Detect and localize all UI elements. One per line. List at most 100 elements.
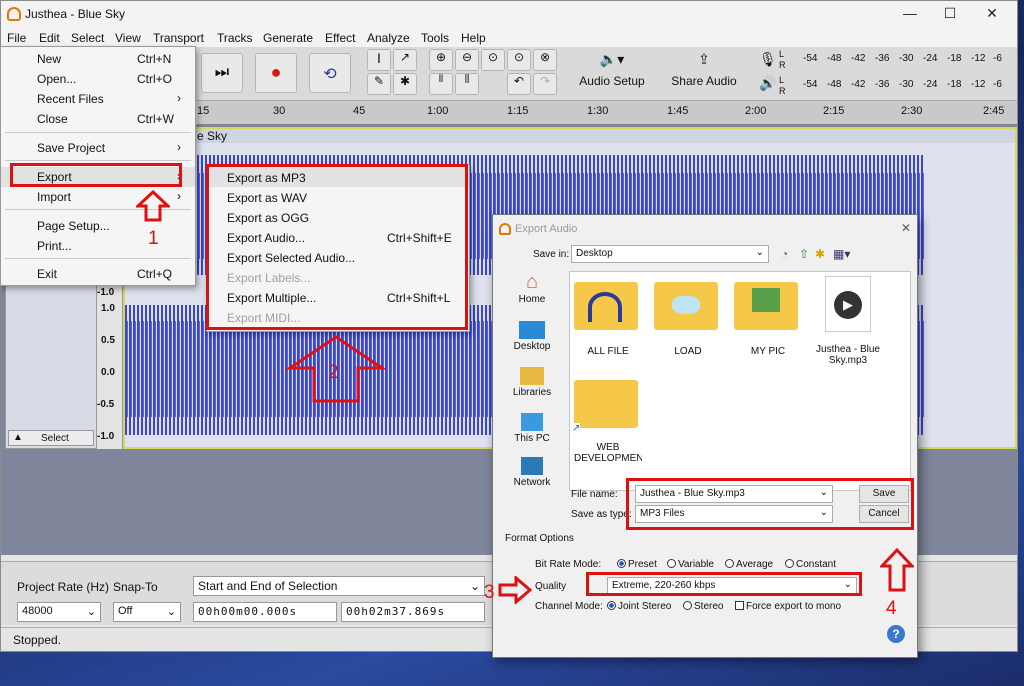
- audio-setup-button[interactable]: 🔈▾ Audio Setup: [577, 51, 647, 95]
- place-network[interactable]: Network: [503, 455, 561, 488]
- folder-icon: [654, 282, 718, 330]
- folder-item[interactable]: ↗ WEB DEVELOPMENT: [572, 380, 642, 466]
- menu-item-save-project[interactable]: Save Project ›: [1, 138, 195, 158]
- minimize-button[interactable]: —: [895, 5, 925, 25]
- help-icon[interactable]: ?: [887, 625, 905, 643]
- menu-item-shortcut: Ctrl+Q: [137, 267, 173, 281]
- menu-transport[interactable]: Transport: [153, 31, 204, 45]
- draw-tool-icon[interactable]: ✎: [367, 73, 391, 95]
- menu-generate[interactable]: Generate: [263, 31, 313, 45]
- selection-end-time[interactable]: 00h02m37.869s: [341, 602, 485, 622]
- share-audio-button[interactable]: ⇪ Share Audio: [667, 51, 741, 95]
- ruler-tick: 45: [353, 105, 366, 117]
- format-options-heading: Format Options: [505, 533, 574, 544]
- folder-thumbnail: [672, 296, 700, 314]
- maximize-button[interactable]: ☐: [935, 5, 965, 25]
- radio-stereo[interactable]: Stereo: [683, 601, 723, 612]
- silence-audio-icon[interactable]: ⫼: [455, 73, 479, 95]
- channel-mode-label: Channel Mode:: [535, 601, 603, 612]
- force-mono-checkbox[interactable]: Force export to mono: [735, 601, 841, 612]
- meter-channel-l: L: [779, 49, 785, 59]
- envelope-tool-icon[interactable]: ↗: [393, 49, 417, 71]
- audio-setup-label: Audio Setup: [579, 74, 645, 88]
- loop-button[interactable]: ⟲: [309, 53, 351, 93]
- menu-item-recent-files[interactable]: Recent Files ›: [1, 89, 195, 109]
- meter-label: -6: [993, 79, 1002, 90]
- highlight-filename-save: [626, 478, 914, 530]
- step-number-4: 4: [886, 598, 897, 619]
- place-home[interactable]: ⌂ Home: [503, 271, 561, 305]
- scale-label: 1.0: [101, 303, 115, 314]
- menu-view[interactable]: View: [115, 31, 141, 45]
- folder-item[interactable]: MY PIC: [734, 282, 802, 357]
- menu-item-close[interactable]: Close Ctrl+W: [1, 109, 195, 129]
- folder-item[interactable]: LOAD: [654, 282, 722, 357]
- selection-mode-select[interactable]: Start and End of Selection ⌄: [193, 576, 485, 596]
- zoom-out-icon[interactable]: ⊖: [455, 49, 479, 71]
- folder-item[interactable]: ALL FILE: [574, 282, 642, 357]
- multi-tool-icon[interactable]: ✱: [393, 73, 417, 95]
- view-menu-icon[interactable]: ▦▾: [833, 247, 850, 261]
- menu-edit[interactable]: Edit: [39, 31, 60, 45]
- timeline-ruler[interactable]: 15 30 45 1:00 1:15 1:30 1:45 2:00 2:15 2…: [197, 101, 1017, 125]
- meter-label: -24: [923, 53, 938, 64]
- track-select-button[interactable]: ▲ Select: [8, 430, 94, 446]
- redo-icon[interactable]: ↷: [533, 73, 557, 95]
- fit-selection-icon[interactable]: ⊙: [481, 49, 505, 71]
- microphone-icon[interactable]: 🎙: [759, 51, 777, 68]
- file-item-mp3[interactable]: ▶ Justhea - Blue Sky.mp3: [814, 276, 882, 366]
- ruler-tick: 2:30: [901, 105, 923, 117]
- snap-to-value: Off: [118, 605, 133, 617]
- dialog-close-icon[interactable]: ✕: [901, 221, 911, 235]
- menu-tools[interactable]: Tools: [421, 31, 449, 45]
- up-folder-icon[interactable]: ⇧: [799, 247, 809, 261]
- clip-header[interactable]: e Sky: [125, 129, 1015, 143]
- back-icon[interactable]: ◔: [781, 247, 788, 261]
- radio-average[interactable]: Average: [725, 559, 773, 570]
- meter-channel-r: R: [779, 86, 786, 96]
- record-meter[interactable]: L R -54 -48 -42 -36 -30 -24 -18 -12 -6: [779, 49, 1015, 71]
- menu-item-print[interactable]: Print...: [1, 236, 195, 256]
- menu-item-new[interactable]: New Ctrl+N: [1, 49, 195, 69]
- record-button[interactable]: ●: [255, 53, 297, 93]
- trim-audio-icon[interactable]: ⫴: [429, 73, 453, 95]
- skip-to-end-button[interactable]: ⏭: [201, 53, 243, 93]
- place-desktop[interactable]: Desktop: [503, 319, 561, 352]
- new-folder-icon[interactable]: ✱: [815, 247, 825, 261]
- radio-preset[interactable]: Preset: [617, 559, 657, 570]
- save-in-label: Save in:: [533, 249, 570, 260]
- menu-analyze[interactable]: Analyze: [367, 31, 410, 45]
- meter-label: -54: [803, 53, 818, 64]
- menu-item-shortcut: Ctrl+O: [137, 72, 173, 86]
- radio-variable[interactable]: Variable: [667, 559, 714, 570]
- snap-to-select[interactable]: Off ⌄: [113, 602, 181, 622]
- playback-speaker-icon[interactable]: 🔊: [759, 75, 776, 92]
- place-this-pc[interactable]: This PC: [503, 411, 561, 444]
- scale-label: 0.0: [101, 367, 115, 378]
- save-in-select[interactable]: Desktop ⌄: [571, 245, 769, 263]
- menu-item-open[interactable]: Open... Ctrl+O: [1, 69, 195, 89]
- playback-meter[interactable]: L R -54 -48 -42 -36 -30 -24 -18 -12 -6: [779, 75, 1015, 97]
- menu-tracks[interactable]: Tracks: [217, 31, 253, 45]
- chevron-down-icon: ⌄: [469, 579, 480, 593]
- collapse-icon[interactable]: ▲: [13, 432, 23, 443]
- window-title: Justhea - Blue Sky: [25, 7, 126, 21]
- radio-constant[interactable]: Constant: [785, 559, 836, 570]
- zoom-in-icon[interactable]: ⊕: [429, 49, 453, 71]
- menu-item-exit[interactable]: Exit Ctrl+Q: [1, 264, 195, 284]
- folder-thumbnail: [588, 292, 622, 322]
- menu-help[interactable]: Help: [461, 31, 486, 45]
- menu-select[interactable]: Select: [71, 31, 104, 45]
- project-rate-select[interactable]: 48000 ⌄: [17, 602, 101, 622]
- menu-file[interactable]: File: [7, 31, 26, 45]
- meter-label: -6: [993, 53, 1002, 64]
- fit-project-icon[interactable]: ⊙: [507, 49, 531, 71]
- place-libraries[interactable]: Libraries: [503, 365, 561, 398]
- selection-tool-icon[interactable]: I: [367, 49, 391, 71]
- close-window-button[interactable]: ✕: [977, 5, 1007, 25]
- menu-effect[interactable]: Effect: [325, 31, 355, 45]
- undo-icon[interactable]: ↶: [507, 73, 531, 95]
- radio-joint-stereo[interactable]: Joint Stereo: [607, 601, 671, 612]
- zoom-toggle-icon[interactable]: ⊗: [533, 49, 557, 71]
- selection-start-time[interactable]: 00h00m00.000s: [193, 602, 337, 622]
